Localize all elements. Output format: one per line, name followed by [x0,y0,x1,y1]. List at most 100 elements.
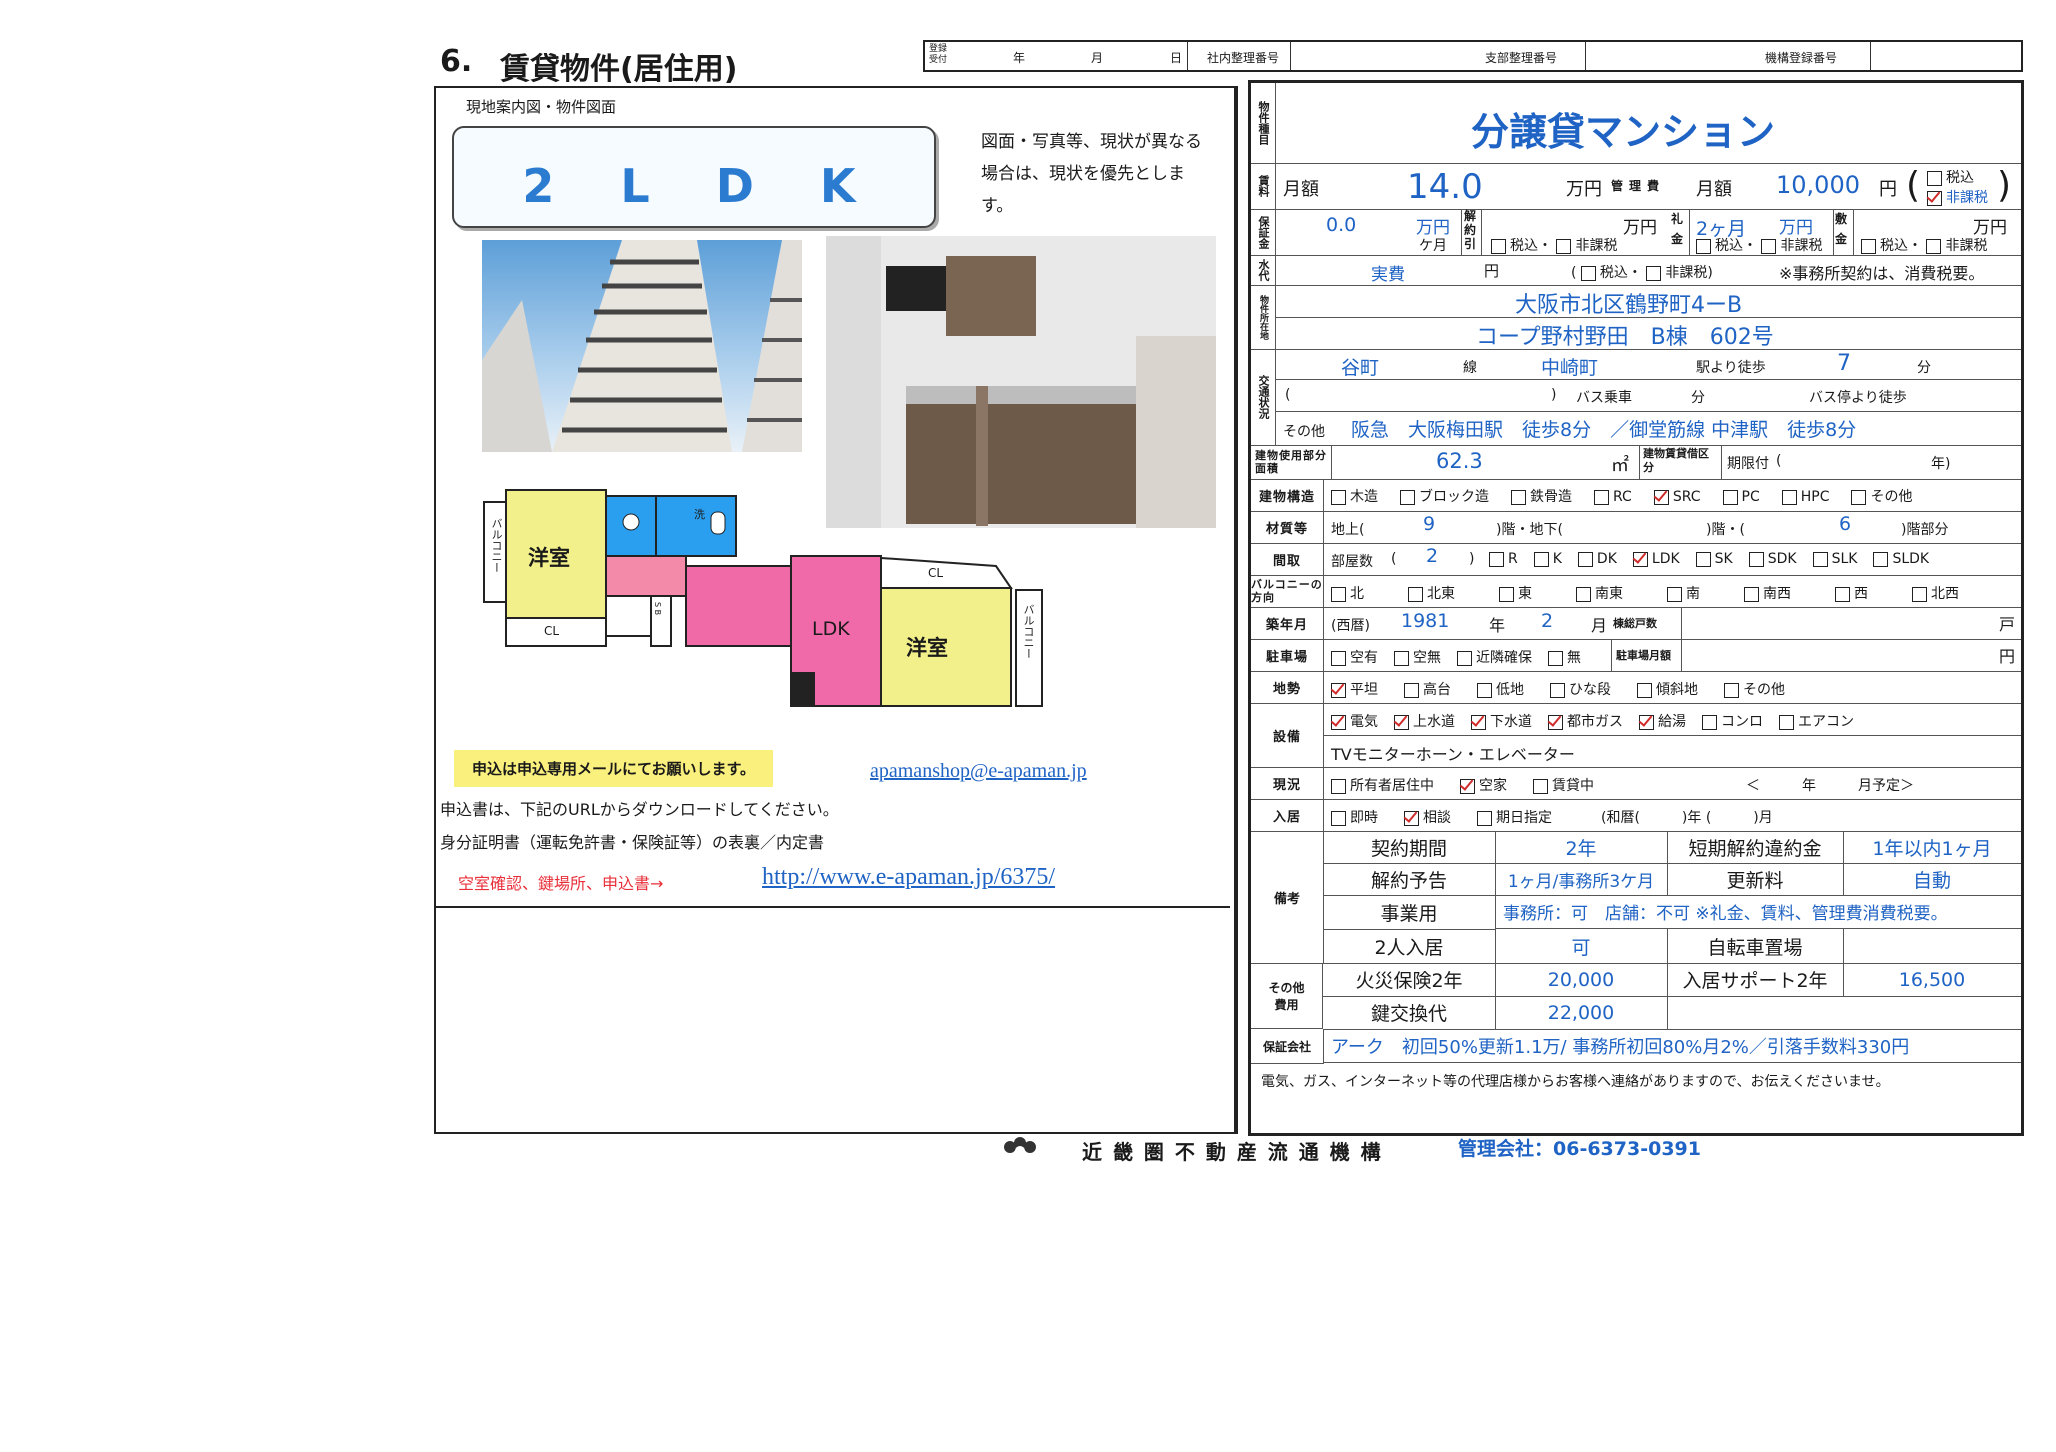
directions-option[interactable]: 南東 [1576,586,1623,602]
layouts-option[interactable]: LDK [1632,551,1680,567]
checkbox-icon[interactable] [1851,489,1867,505]
checkbox-icon[interactable] [1408,586,1423,602]
checkbox-icon[interactable] [1548,650,1563,666]
directions-option[interactable]: 西 [1835,586,1868,602]
layouts-option[interactable]: K [1533,551,1562,567]
checkbox-icon[interactable] [1667,586,1682,602]
structures-option[interactable]: SRC [1653,489,1701,505]
facilities-option[interactable]: 上水道 [1394,714,1455,730]
facilities-option[interactable]: 下水道 [1471,714,1532,730]
checkbox-icon[interactable] [1873,551,1889,567]
facilities-option[interactable]: 電気 [1331,714,1378,730]
layouts-option[interactable]: SDK [1748,551,1797,567]
parking-option[interactable]: 近隣確保 [1457,650,1532,666]
layouts-option[interactable]: SLDK [1873,551,1929,567]
checkbox-icon[interactable] [1400,489,1415,505]
checkbox-icon[interactable] [1394,650,1409,666]
terrain-option[interactable]: その他 [1724,682,1785,698]
layouts-option[interactable]: SLK [1812,551,1857,567]
structures-option[interactable]: 木造 [1331,489,1378,505]
move-option[interactable]: 相談 [1404,810,1451,826]
directions-option[interactable]: 東 [1499,586,1532,602]
checkbox-icon[interactable] [1471,714,1486,730]
option-label: 鉄骨造 [1530,489,1572,505]
terrain-option[interactable]: 高台 [1404,682,1451,698]
checkbox-icon[interactable] [1639,714,1654,730]
checkbox-icon[interactable] [1548,714,1563,730]
two-occupants-label: 2人入居 [1323,929,1496,964]
checkbox-icon[interactable] [1577,551,1593,567]
checkbox-icon[interactable] [1748,551,1764,567]
checkbox-icon[interactable] [1781,489,1797,505]
checkbox-icon[interactable] [1695,551,1711,567]
checkbox-icon[interactable] [1331,714,1346,730]
checkbox-icon[interactable] [1460,778,1475,794]
status-option[interactable]: 賃貸中 [1533,778,1594,794]
structures-option[interactable]: その他 [1851,489,1912,505]
checkbox-icon[interactable] [1489,551,1504,567]
checkbox-icon[interactable] [1744,586,1759,602]
checkbox-icon[interactable] [1331,778,1346,794]
checkbox-icon[interactable] [1533,778,1548,794]
download-url-link[interactable]: http://www.e-apaman.jp/6375/ [762,864,1055,891]
parking-option[interactable]: 無 [1548,650,1581,666]
directions-option[interactable]: 南西 [1744,586,1791,602]
checkbox-icon[interactable] [1653,489,1669,505]
checkbox-icon[interactable] [1632,551,1648,567]
structures-option[interactable]: 鉄骨造 [1511,489,1572,505]
checkbox-icon[interactable] [1835,586,1850,602]
checkbox-icon[interactable] [1457,650,1472,666]
structures-option[interactable]: PC [1722,489,1760,505]
checkbox-icon[interactable] [1394,714,1409,730]
facilities-option[interactable]: 給湯 [1639,714,1686,730]
parking-option[interactable]: 空有 [1331,650,1378,666]
terrain-option[interactable]: 平坦 [1331,682,1378,698]
checkbox-icon[interactable] [1533,551,1549,567]
checkbox-icon[interactable] [1724,682,1739,698]
layouts-option[interactable]: DK [1577,551,1617,567]
parking-option[interactable]: 空無 [1394,650,1441,666]
structures-option[interactable]: ブロック造 [1400,489,1489,505]
structures-option[interactable]: RC [1594,489,1632,505]
checkbox-icon[interactable] [1331,810,1346,826]
checkbox-icon[interactable] [1576,586,1591,602]
checkbox-icon[interactable] [1331,489,1346,505]
layouts-option[interactable]: R [1489,551,1518,567]
move-option[interactable]: 即時 [1331,810,1378,826]
checkbox-icon[interactable] [1511,489,1526,505]
checkbox-icon[interactable] [1331,586,1346,602]
directions-option[interactable]: 北西 [1912,586,1959,602]
checkbox-icon[interactable] [1912,586,1927,602]
directions-option[interactable]: 北 [1331,586,1364,602]
terrain-option[interactable]: 傾斜地 [1637,682,1698,698]
checkbox-icon[interactable] [1702,714,1717,730]
checkbox-icon[interactable] [1477,682,1492,698]
checkbox-icon[interactable] [1637,682,1652,698]
checkbox-icon[interactable] [1331,682,1346,698]
checkbox-icon[interactable] [1404,682,1419,698]
layouts-option[interactable]: SK [1695,551,1733,567]
room-western-2: 洋室 [906,636,948,660]
checkbox-icon[interactable] [1499,586,1514,602]
terrain-option[interactable]: ひな段 [1550,682,1611,698]
checkbox-icon[interactable] [1722,489,1738,505]
checkbox-icon[interactable] [1477,810,1492,826]
move-option[interactable]: 期日指定 [1477,810,1552,826]
facilities-option[interactable]: コンロ [1702,714,1763,730]
checkbox-icon[interactable] [1331,650,1346,666]
status-option[interactable]: 空家 [1460,778,1507,794]
checkbox-icon[interactable] [1404,810,1419,826]
checkbox-icon[interactable] [1594,489,1609,505]
terrain-option[interactable]: 低地 [1477,682,1524,698]
facilities-option[interactable]: エアコン [1779,714,1854,730]
directions-option[interactable]: 北東 [1408,586,1455,602]
email-link[interactable]: apamanshop@e-apaman.jp [870,760,1087,783]
status-option[interactable]: 所有者居住中 [1331,778,1434,794]
checkbox-icon[interactable] [1550,682,1565,698]
checkbox-icon[interactable] [1779,714,1794,730]
station-name: 中崎町 [1541,357,1599,379]
facilities-option[interactable]: 都市ガス [1548,714,1623,730]
checkbox-icon[interactable] [1812,551,1828,567]
directions-option[interactable]: 南 [1667,586,1700,602]
structures-option[interactable]: HPC [1781,489,1829,505]
